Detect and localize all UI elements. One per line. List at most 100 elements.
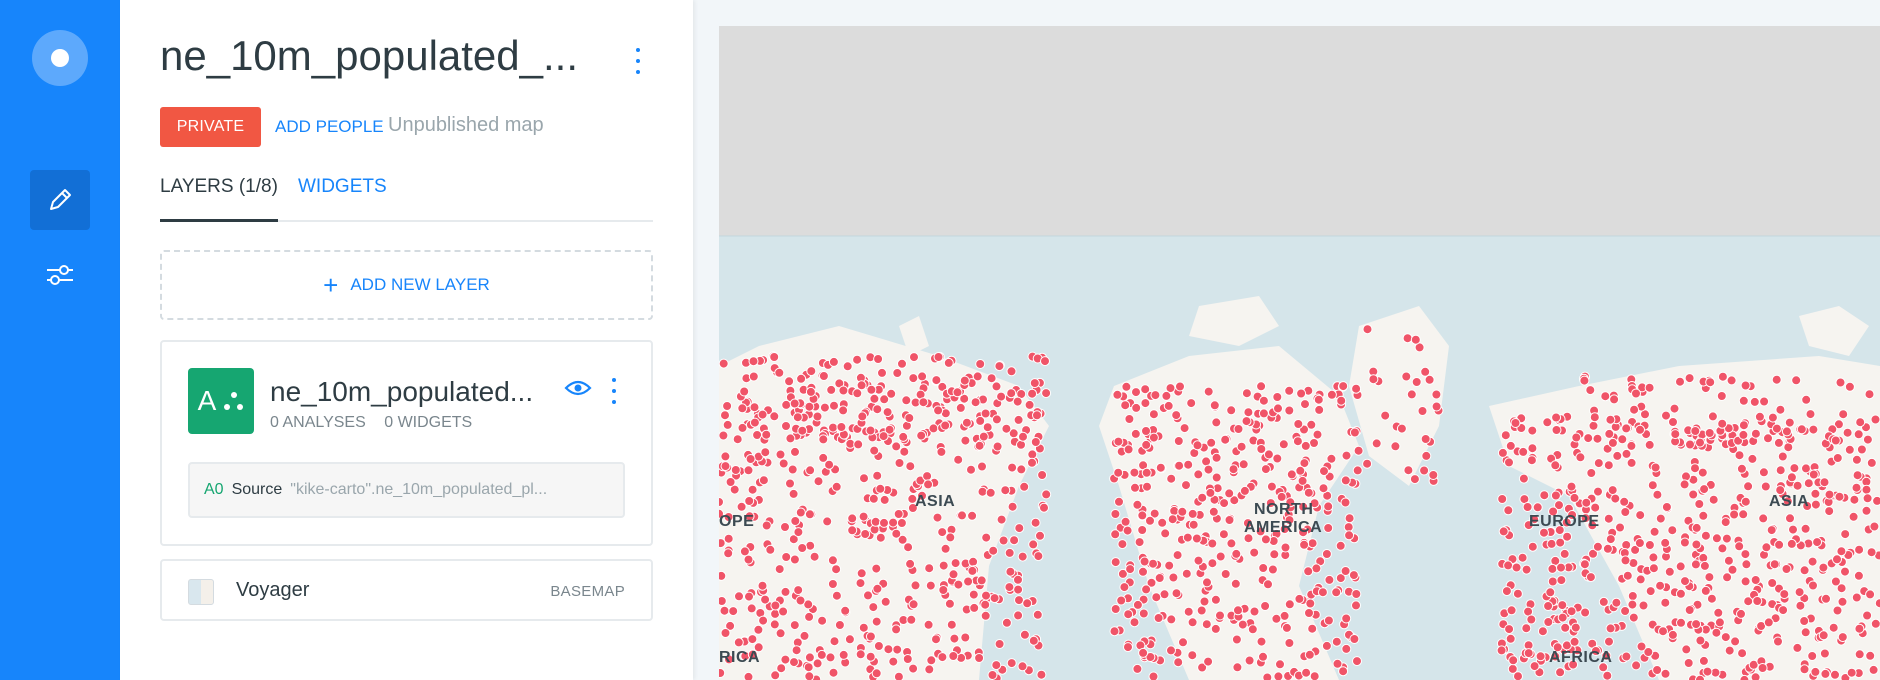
- city-point[interactable]: [1267, 564, 1278, 575]
- city-point[interactable]: [1028, 635, 1039, 646]
- city-point[interactable]: [1698, 552, 1709, 563]
- city-point[interactable]: [1610, 493, 1621, 504]
- city-point[interactable]: [1219, 498, 1230, 509]
- city-point[interactable]: [1148, 558, 1158, 569]
- city-point[interactable]: [1000, 485, 1011, 496]
- city-point[interactable]: [1739, 674, 1750, 680]
- city-point[interactable]: [1583, 433, 1594, 444]
- city-point[interactable]: [878, 431, 889, 442]
- city-point[interactable]: [1828, 622, 1839, 633]
- city-point[interactable]: [818, 452, 829, 463]
- city-point[interactable]: [1738, 509, 1749, 520]
- city-point[interactable]: [1685, 439, 1695, 450]
- city-point[interactable]: [967, 565, 978, 576]
- city-point[interactable]: [1761, 542, 1772, 553]
- city-point[interactable]: [1743, 481, 1754, 492]
- city-point[interactable]: [976, 575, 987, 586]
- city-point[interactable]: [1635, 574, 1646, 585]
- city-point[interactable]: [1866, 457, 1877, 468]
- city-point[interactable]: [813, 476, 824, 487]
- city-point[interactable]: [722, 401, 733, 411]
- city-point[interactable]: [1112, 389, 1123, 400]
- city-point[interactable]: [1203, 386, 1214, 397]
- city-point[interactable]: [1137, 510, 1148, 521]
- city-point[interactable]: [981, 532, 992, 543]
- city-point[interactable]: [828, 356, 839, 367]
- city-point[interactable]: [1134, 537, 1145, 548]
- city-point[interactable]: [1604, 428, 1615, 439]
- city-point[interactable]: [1757, 663, 1768, 673]
- city-point[interactable]: [1681, 471, 1691, 482]
- city-point[interactable]: [1301, 667, 1312, 678]
- city-point[interactable]: [1690, 559, 1701, 570]
- city-point[interactable]: [1869, 521, 1880, 532]
- city-point[interactable]: [1207, 558, 1218, 569]
- city-point[interactable]: [1278, 439, 1289, 450]
- city-point[interactable]: [1159, 589, 1170, 600]
- city-point[interactable]: [1304, 649, 1315, 660]
- city-point[interactable]: [1800, 627, 1811, 638]
- city-point[interactable]: [1380, 410, 1391, 421]
- city-point[interactable]: [1621, 651, 1632, 662]
- city-point[interactable]: [1173, 657, 1184, 668]
- city-point[interactable]: [898, 431, 909, 442]
- city-point[interactable]: [1603, 513, 1614, 524]
- city-point[interactable]: [1763, 617, 1774, 628]
- city-point[interactable]: [1260, 534, 1271, 545]
- city-point[interactable]: [1638, 600, 1649, 611]
- city-point[interactable]: [1343, 522, 1354, 533]
- city-point[interactable]: [1543, 601, 1554, 611]
- city-point[interactable]: [1627, 599, 1638, 610]
- city-point[interactable]: [1247, 624, 1258, 635]
- city-point[interactable]: [1153, 613, 1164, 623]
- city-point[interactable]: [1852, 470, 1863, 481]
- city-point[interactable]: [1192, 440, 1203, 451]
- city-point[interactable]: [1166, 645, 1176, 656]
- city-point[interactable]: [1132, 599, 1143, 610]
- city-point[interactable]: [879, 517, 889, 528]
- map-title[interactable]: ne_10m_populated_...: [160, 32, 578, 80]
- city-point[interactable]: [1775, 404, 1786, 415]
- city-point[interactable]: [1766, 525, 1777, 536]
- city-point[interactable]: [791, 645, 802, 656]
- city-point[interactable]: [1661, 410, 1671, 421]
- city-point[interactable]: [1556, 575, 1567, 586]
- city-point[interactable]: [1110, 557, 1121, 568]
- city-point[interactable]: [749, 402, 760, 413]
- city-point[interactable]: [1717, 418, 1728, 429]
- city-point[interactable]: [1173, 436, 1184, 446]
- city-point[interactable]: [1017, 661, 1028, 672]
- city-point[interactable]: [985, 487, 996, 498]
- city-point[interactable]: [1303, 566, 1314, 577]
- city-point[interactable]: [793, 527, 804, 538]
- city-point[interactable]: [720, 451, 731, 462]
- city-point[interactable]: [1868, 664, 1879, 675]
- city-point[interactable]: [1018, 431, 1028, 442]
- city-point[interactable]: [1593, 486, 1603, 497]
- city-point[interactable]: [918, 397, 929, 408]
- city-point[interactable]: [953, 579, 964, 590]
- city-point[interactable]: [1230, 578, 1241, 589]
- city-point[interactable]: [1238, 459, 1249, 470]
- city-point[interactable]: [1737, 648, 1748, 659]
- city-point[interactable]: [1224, 488, 1235, 499]
- city-point[interactable]: [1799, 664, 1810, 675]
- city-point[interactable]: [1700, 530, 1711, 541]
- city-point[interactable]: [1527, 443, 1538, 454]
- city-point[interactable]: [1349, 634, 1360, 644]
- city-point[interactable]: [1332, 658, 1343, 669]
- city-point[interactable]: [793, 585, 804, 596]
- city-point[interactable]: [834, 620, 845, 630]
- city-point[interactable]: [963, 576, 974, 587]
- city-point[interactable]: [1808, 469, 1819, 480]
- city-point[interactable]: [1113, 436, 1124, 447]
- city-point[interactable]: [1183, 606, 1194, 617]
- city-point[interactable]: [780, 522, 790, 532]
- kebab-menu-icon[interactable]: [628, 48, 648, 74]
- city-point[interactable]: [1341, 643, 1352, 654]
- city-point[interactable]: [975, 359, 986, 369]
- city-point[interactable]: [1012, 396, 1023, 407]
- city-point[interactable]: [931, 634, 941, 645]
- city-point[interactable]: [1730, 636, 1741, 647]
- city-point[interactable]: [739, 386, 750, 397]
